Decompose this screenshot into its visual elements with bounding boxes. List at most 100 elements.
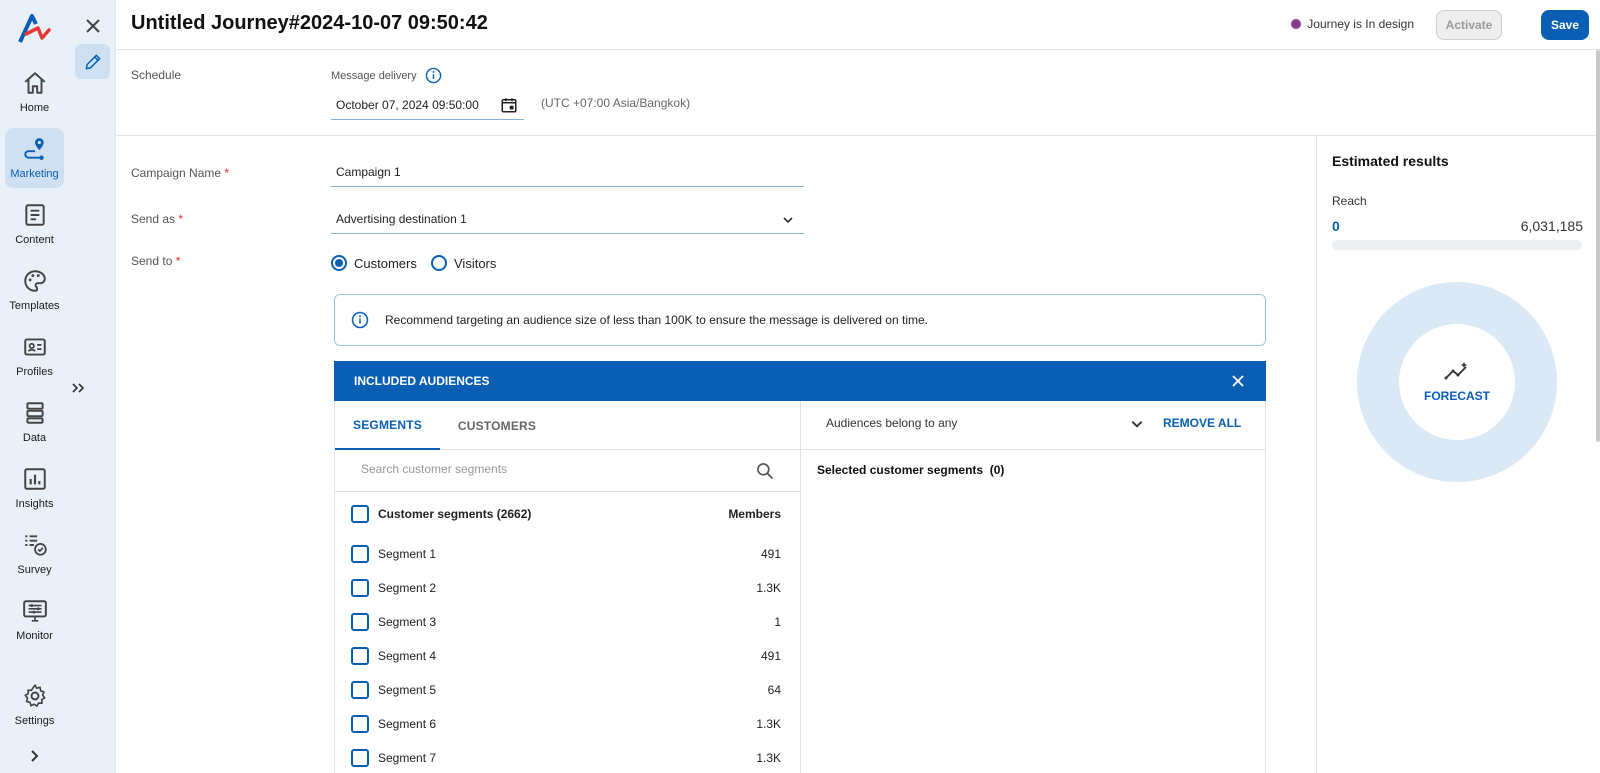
audience-match-select[interactable]: Audiences belong to any (826, 416, 957, 430)
chevron-down-icon (783, 217, 793, 224)
nav-item-survey[interactable]: Survey (5, 524, 64, 584)
brand-logo[interactable] (16, 12, 52, 46)
nav-item-templates[interactable]: Templates (5, 260, 64, 320)
gear-icon (23, 684, 46, 707)
members-column-header: Members (728, 507, 781, 521)
notice-text: Recommend targeting an audience size of … (385, 313, 928, 327)
segment-checkbox[interactable] (351, 681, 369, 699)
campaign-name-input[interactable]: Campaign 1 (331, 160, 804, 187)
edit-button[interactable] (75, 44, 110, 79)
nav-label: Marketing (10, 168, 59, 180)
segment-checkbox[interactable] (351, 579, 369, 597)
document-icon (24, 204, 45, 226)
audience-size-notice: Recommend targeting an audience size of … (334, 294, 1266, 346)
chevron-down-icon[interactable] (1130, 417, 1144, 431)
tab-customers[interactable]: CUSTOMERS (442, 401, 552, 450)
radio-customers[interactable]: Customers (331, 255, 417, 271)
nav-label: Home (19, 102, 50, 114)
campaign-name-label: Campaign Name * (131, 166, 229, 180)
reach-label: Reach (1332, 194, 1367, 208)
segment-checkbox[interactable] (351, 545, 369, 563)
reach-value: 0 (1332, 218, 1340, 234)
segment-members: 64 (767, 683, 781, 697)
info-icon[interactable] (425, 67, 442, 84)
nav-label: Survey (17, 564, 52, 576)
nav-label: Profiles (16, 366, 53, 378)
nav-label: Content (15, 234, 54, 246)
list-item[interactable]: Segment 7 1.3K (335, 741, 801, 773)
send-as-label: Send as * (131, 212, 183, 226)
segment-members: 1.3K (756, 717, 781, 731)
nav-item-content[interactable]: Content (5, 194, 64, 254)
included-audiences-title: INCLUDED AUDIENCES (354, 374, 490, 388)
main-navigation: Home Marketing Content Templates Profile… (0, 0, 69, 773)
expand-panel-button[interactable] (63, 375, 93, 401)
nav-label: Settings (14, 715, 55, 727)
survey-check-icon (24, 535, 47, 556)
segment-name: Segment 7 (378, 751, 437, 765)
database-icon (25, 402, 44, 424)
search-input[interactable] (361, 462, 721, 476)
close-icon[interactable] (81, 14, 105, 38)
estimated-results-panel: Estimated results Reach 0 6,031,185 FORE… (1316, 136, 1600, 773)
home-icon (24, 72, 45, 94)
segment-list-title: Customer segments (2662) (378, 507, 532, 521)
journey-pin-icon (23, 138, 44, 160)
segment-members: 491 (760, 649, 781, 663)
chevron-right-icon[interactable] (24, 746, 44, 766)
search-icon[interactable] (755, 461, 775, 481)
segment-checkbox[interactable] (351, 613, 369, 631)
palette-icon (23, 270, 46, 292)
close-icon[interactable] (1230, 373, 1246, 389)
segment-checkbox[interactable] (351, 715, 369, 733)
list-item[interactable]: Segment 5 64 (335, 673, 801, 707)
nav-item-marketing[interactable]: Marketing (5, 128, 64, 188)
selected-pane: Audiences belong to any REMOVE ALL Selec… (801, 401, 1265, 773)
segment-members: 491 (760, 547, 781, 561)
nav-item-home[interactable]: Home (5, 62, 64, 122)
estimated-results-title: Estimated results (1332, 153, 1449, 169)
send-to-label: Send to * (131, 254, 180, 268)
nav-item-data[interactable]: Data (5, 392, 64, 452)
segment-name: Segment 6 (378, 717, 437, 731)
segment-search (335, 450, 801, 492)
required-mark: * (175, 254, 181, 268)
list-item[interactable]: Segment 1 491 (335, 537, 801, 571)
radio-button-checked (331, 255, 347, 271)
send-as-label-text: Send as (131, 212, 176, 226)
tab-segments[interactable]: SEGMENTS (335, 401, 440, 450)
save-button[interactable]: Save (1541, 10, 1589, 40)
forecast-donut: FORECAST (1357, 282, 1557, 482)
calendar-icon[interactable] (500, 96, 518, 114)
segment-checkbox[interactable] (351, 749, 369, 767)
segment-name: Segment 5 (378, 683, 437, 697)
page-scrollbar[interactable] (1596, 50, 1600, 442)
nav-item-profiles[interactable]: Profiles (5, 326, 64, 386)
send-as-select[interactable]: Advertising destination 1 (331, 206, 804, 234)
nav-item-monitor[interactable]: Monitor (5, 590, 64, 650)
list-item[interactable]: Segment 2 1.3K (335, 571, 801, 605)
select-all-checkbox[interactable] (351, 505, 369, 523)
double-chevron-right-icon (72, 383, 85, 393)
segment-checkbox[interactable] (351, 647, 369, 665)
status-dot (1291, 19, 1302, 29)
required-mark: * (178, 212, 184, 226)
segment-name: Segment 2 (378, 581, 437, 595)
send-as-value: Advertising destination 1 (336, 212, 467, 226)
forecast-button[interactable]: FORECAST (1399, 324, 1515, 440)
message-delivery-label: Message delivery (331, 67, 442, 84)
remove-all-button[interactable]: REMOVE ALL (1163, 416, 1241, 430)
nav-label: Insights (15, 498, 54, 510)
delivery-date-field[interactable]: October 07, 2024 09:50:00 (331, 90, 524, 120)
list-item[interactable]: Segment 6 1.3K (335, 707, 801, 741)
radio-visitors[interactable]: Visitors (431, 255, 496, 271)
nav-item-settings[interactable]: Settings (5, 675, 64, 735)
included-audiences-panel: SEGMENTS CUSTOMERS Customer segments (26… (334, 401, 1266, 773)
list-item[interactable]: Segment 3 1 (335, 605, 801, 639)
nav-item-insights[interactable]: Insights (5, 458, 64, 518)
delivery-date-value: October 07, 2024 09:50:00 (336, 98, 479, 112)
list-item[interactable]: Segment 4 491 (335, 639, 801, 673)
included-audiences-header: INCLUDED AUDIENCES (334, 361, 1266, 401)
activate-button[interactable]: Activate (1436, 10, 1502, 40)
timezone-label: (UTC +07:00 Asia/Bangkok) (541, 96, 691, 110)
